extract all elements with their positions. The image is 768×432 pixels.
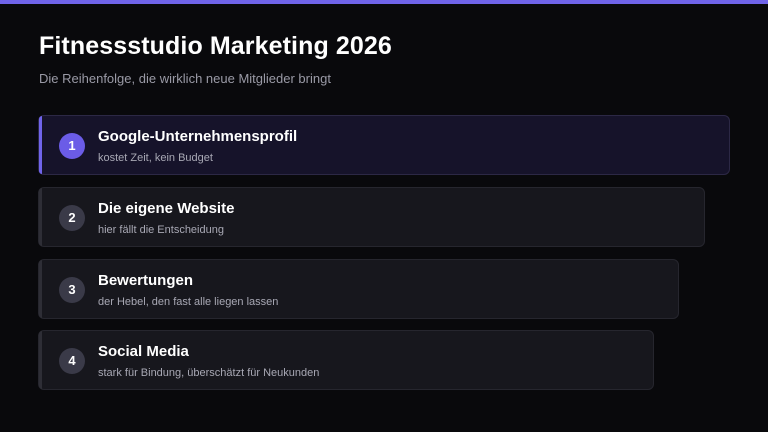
step-title: Bewertungen [98, 272, 194, 289]
step-card-1: 1 Google-Unternehmensprofil kostet Zeit,… [38, 115, 730, 175]
step-card-2: 2 Die eigene Website hier fällt die Ents… [38, 187, 705, 247]
card-accent-bar [39, 188, 42, 246]
step-description: der Hebel, den fast alle liegen lassen [98, 296, 279, 308]
step-number-badge: 2 [59, 205, 85, 231]
step-title: Google-Unternehmensprofil [98, 128, 298, 145]
step-card-3: 3 Bewertungen der Hebel, den fast alle l… [38, 259, 679, 319]
card-accent-bar [39, 260, 42, 318]
step-title: Social Media [98, 343, 189, 360]
step-description: kostet Zeit, kein Budget [98, 152, 213, 164]
step-description: hier fällt die Entscheidung [98, 224, 224, 236]
card-accent-bar [39, 116, 42, 174]
page-title: Fitnessstudio Marketing 2026 [39, 32, 392, 60]
step-description: stark für Bindung, überschätzt für Neuku… [98, 367, 320, 379]
step-title: Die eigene Website [98, 200, 235, 217]
step-number-badge: 3 [59, 277, 85, 303]
page-subtitle: Die Reihenfolge, die wirklich neue Mitgl… [39, 71, 331, 86]
card-accent-bar [39, 331, 42, 389]
top-accent-bar [0, 0, 768, 4]
step-card-4: 4 Social Media stark für Bindung, übersc… [38, 330, 654, 390]
step-number-badge: 1 [59, 133, 85, 159]
step-number-badge: 4 [59, 348, 85, 374]
